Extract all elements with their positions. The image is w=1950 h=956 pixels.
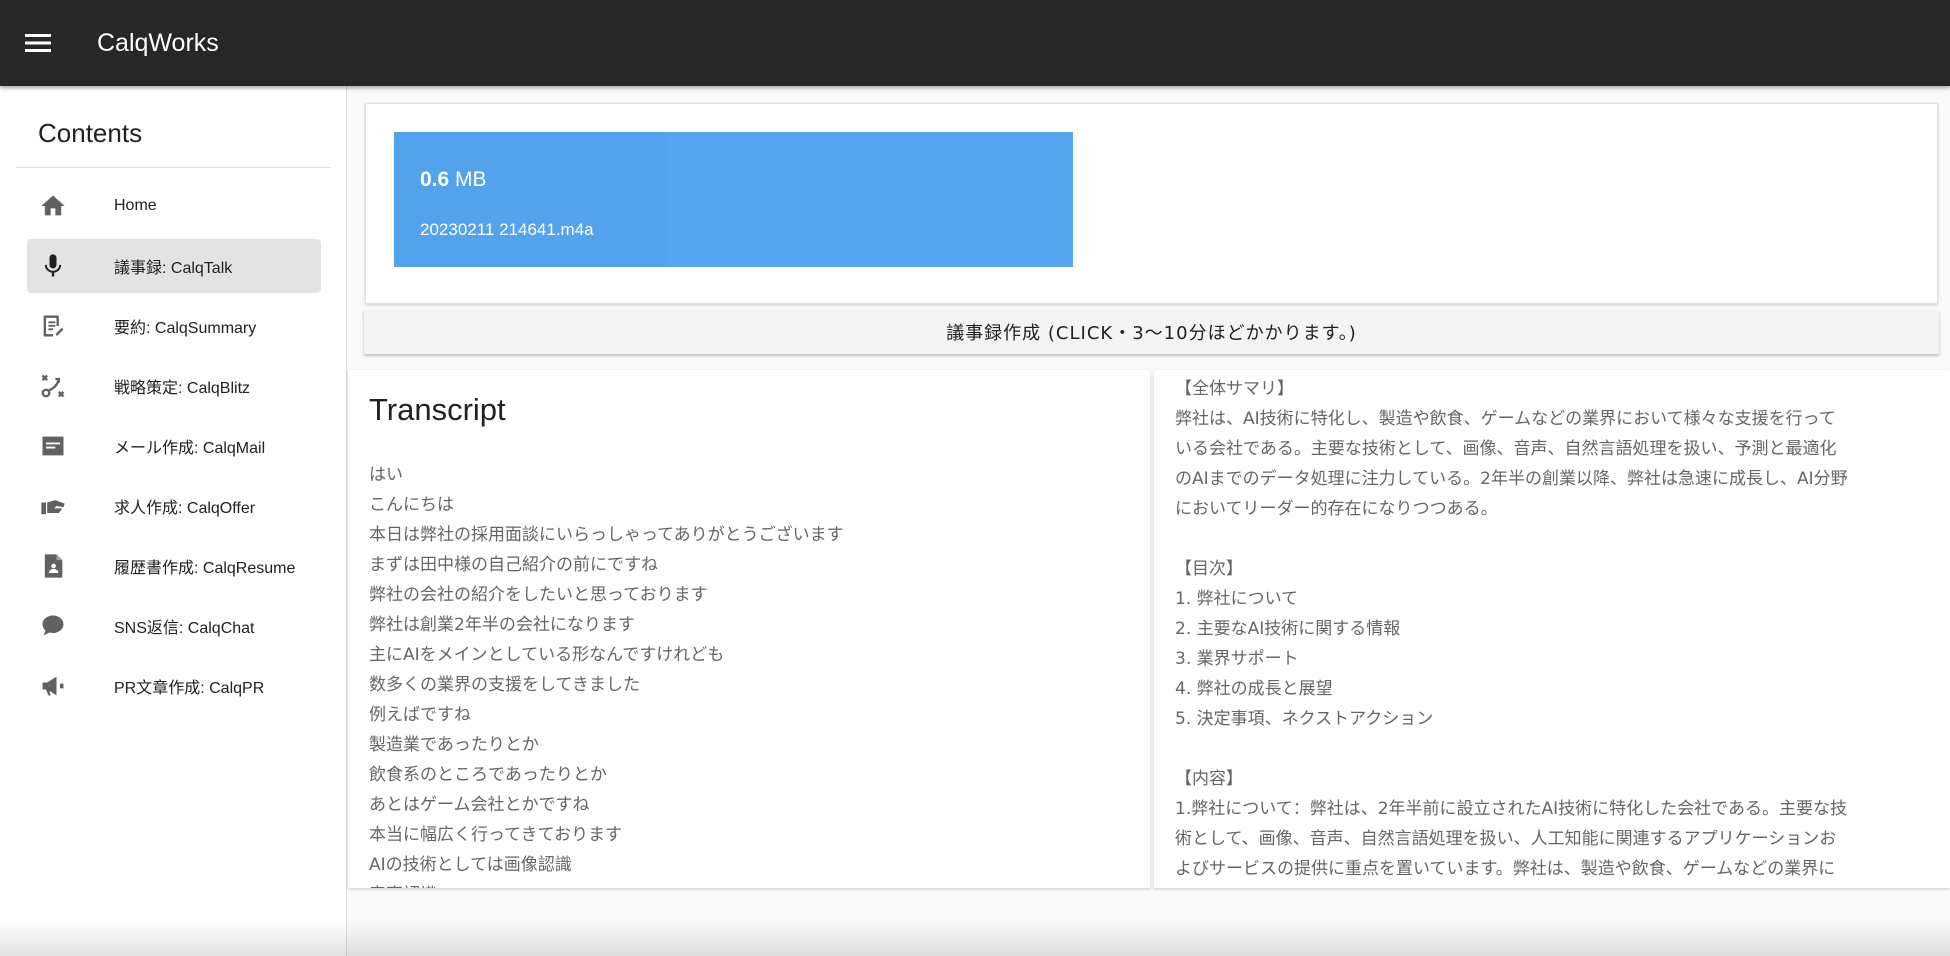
summary-panel[interactable]: 【全体サマリ】弊社は、AI技術に特化し、製造や飲食、ゲームなどの業界において様々… [1154,370,1950,888]
sidebar-item-home[interactable]: Home [27,179,321,233]
summary-line: 3. 業界サポート [1175,649,1299,669]
transcript-line: 主にAIをメインとしている形なんですけれども [369,645,725,665]
hamburger-menu-icon [25,34,51,52]
summary-line: 【全体サマリ】 [1175,379,1294,399]
nav-list: Home 議事録: CalqTalk 要約: CalqSummary 戦略策定:… [27,179,321,719]
summary-line: 弊社は、AI技術に特化し、製造や飲食、ゲームなどの業界において様々な支援を行って [1175,409,1836,429]
sidebar-item-calqtalk[interactable]: 議事録: CalqTalk [27,239,321,293]
file-name: 20230211 214641.m4a [420,220,594,239]
strategy-icon [38,371,68,401]
transcript-line: はい [369,465,403,485]
file-size-unit: MB [455,168,487,191]
transcript-line: 音声認識 [369,880,1129,888]
create-minutes-button[interactable]: 議事録作成 (CLICK・3〜10分ほどかかります。) [364,310,1939,354]
sidebar-item-label: Home [114,197,157,214]
sidebar-header: Contents [38,118,143,148]
transcript-line: あとはゲーム会社とかですね [369,795,590,815]
chat-icon [38,611,68,641]
transcript-line: 弊社の会社の紹介をしたいと思っております [369,585,708,605]
summary-line: 2. 主要なAI技術に関する情報 [1175,619,1401,639]
file-size-value: 0.6 [420,168,450,191]
sidebar-item-label: 議事録: CalqTalk [114,260,233,277]
file-size: 0.6 MB [420,168,487,192]
sidebar-item-calqpr[interactable]: PR文章作成: CalqPR [27,659,321,713]
sidebar-item-label: 要約: CalqSummary [114,320,257,337]
transcript-line: まずは田中様の自己紹介の前にですね [369,555,658,575]
summary-line: いる会社である。主要な技術として、画像、音声、自然言語処理を扱い、予測と最適化 [1175,439,1837,459]
transcript-line: 弊社は創業2年半の会社になります [369,615,635,635]
summary-line: よびサービスの提供に重点を置いています。弊社は、製造や飲食、ゲームなどの業界に [1175,859,1836,879]
sidebar: Contents Home 議事録: CalqTalk 要約: CalqSumm… [0,86,347,956]
summary-line: 1.弊社について：弊社は、2年半前に設立されたAI技術に特化した会社である。主要… [1175,799,1847,819]
transcript-panel[interactable]: Transcript はいこんにちは本日は弊社の採用面談にいらっしゃってありがと… [348,370,1150,888]
transcript-title: Transcript [369,392,506,427]
menu-button[interactable] [0,0,76,86]
transcript-line: AIの技術としては画像認識 [369,855,572,875]
summary-line: 【目次】 [1175,559,1243,579]
sidebar-item-calqblitz[interactable]: 戦略策定: CalqBlitz [27,359,321,413]
sidebar-item-calqoffer[interactable]: 求人作成: CalqOffer [27,479,321,533]
sidebar-item-calqmail[interactable]: メール作成: CalqMail [27,419,321,473]
summary-text: 【全体サマリ】弊社は、AI技術に特化し、製造や飲食、ゲームなどの業界において様々… [1175,374,1935,884]
sidebar-divider [16,167,331,168]
app-bar: CalqWorks [0,0,1950,86]
sidebar-item-label: SNS返信: CalqChat [114,620,255,637]
summary-line: 4. 弊社の成長と展望 [1175,679,1333,699]
sidebar-item-calqsummary[interactable]: 要約: CalqSummary [27,299,321,353]
upload-progress [394,132,666,267]
transcript-line: 飲食系のところであったりとか [369,765,607,785]
sidebar-item-calqchat[interactable]: SNS返信: CalqChat [27,599,321,653]
transcript-line: 製造業であったりとか [369,735,539,755]
resume-icon [38,551,68,581]
transcript-line: 数多くの業界の支援をしてきました [369,675,640,695]
main-content: 0.6 MB 20230211 214641.m4a 議事録作成 (CLICK・… [348,86,1950,956]
home-icon [38,191,68,221]
transcript-text: はいこんにちは本日は弊社の採用面談にいらっしゃってありがとうございます まずは田中… [369,460,1129,888]
mail-card-icon [38,431,68,461]
summary-line: 術として、画像、音声、自然言語処理を扱い、人工知能に関連するアプリケーションお [1175,829,1837,849]
transcript-line: 例えばですね [369,705,471,725]
uploaded-file-tile[interactable]: 0.6 MB 20230211 214641.m4a [394,132,1073,267]
sidebar-item-calqresume[interactable]: 履歴書作成: CalqResume [27,539,321,593]
upload-card[interactable]: 0.6 MB 20230211 214641.m4a [365,103,1938,304]
transcript-line: 本日は弊社の採用面談にいらっしゃってありがとうございます [369,525,844,545]
transcript-line: 本当に幅広く行ってきております [369,825,623,845]
mic-icon [38,251,68,281]
offer-icon [38,491,68,521]
sidebar-item-label: PR文章作成: CalqPR [114,680,265,697]
summary-line: のAIまでのデータ処理に注力している。2年半の創業以降、弊社は急速に成長し、AI… [1175,469,1848,489]
sidebar-item-label: 戦略策定: CalqBlitz [114,380,251,397]
sidebar-item-label: 求人作成: CalqOffer [114,500,256,517]
summary-line: 5. 決定事項、ネクストアクション [1175,709,1434,729]
sidebar-item-label: 履歴書作成: CalqResume [114,560,296,577]
summary-line [1175,524,1935,554]
edit-note-icon [38,311,68,341]
summary-line: 【内容】 [1175,769,1243,789]
transcript-line: こんにちは [369,495,454,515]
summary-line [1175,734,1935,764]
summary-line: においてリーダー的存在になりつつある。 [1175,499,1498,519]
megaphone-icon [38,671,68,701]
sidebar-item-label: メール作成: CalqMail [114,440,266,457]
app-title: CalqWorks [97,28,219,57]
summary-line: 1. 弊社について [1175,589,1299,609]
